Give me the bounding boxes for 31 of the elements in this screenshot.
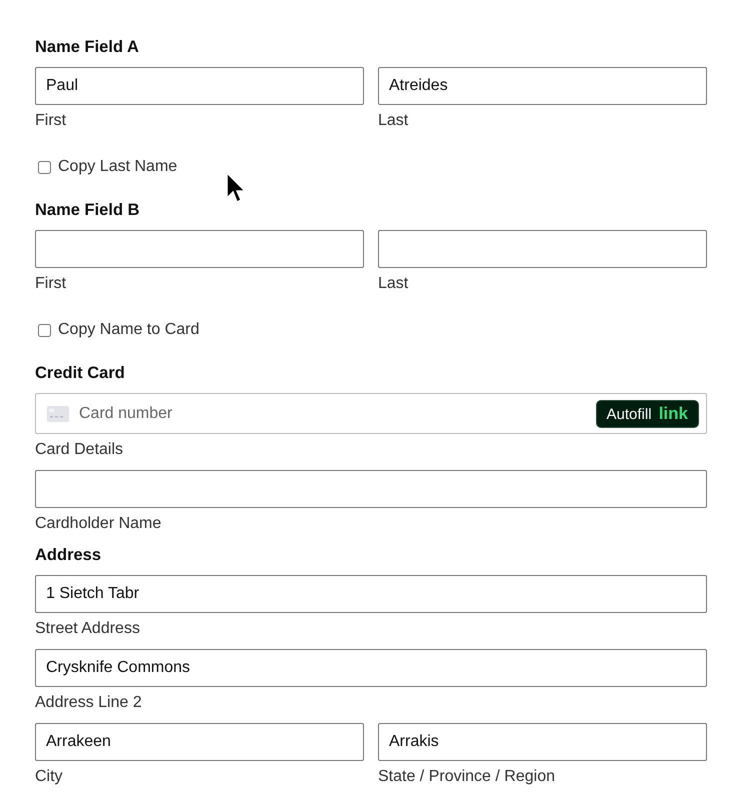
field-label: Street Address xyxy=(35,619,141,639)
card-number-field[interactable]: Card number Autofill link xyxy=(35,393,707,434)
field-label: Last xyxy=(378,111,410,131)
section-heading: Address xyxy=(35,545,102,566)
field-label: Last xyxy=(378,274,410,294)
credit-card-icon xyxy=(47,406,69,422)
checkbox-label: Copy Name to Card xyxy=(58,320,200,340)
checkbox[interactable] xyxy=(38,160,51,174)
text-field[interactable]: Atreides xyxy=(378,67,707,105)
autofill-button[interactable]: Autofill link xyxy=(596,400,699,428)
text-field[interactable]: Crysknife Commons xyxy=(35,649,707,687)
section-heading: Name Field B xyxy=(35,200,140,221)
text-field[interactable] xyxy=(35,470,707,508)
field-label: Address Line 2 xyxy=(35,693,143,713)
field-label: Cardholder Name xyxy=(35,514,162,534)
text-field[interactable]: Arrakis xyxy=(378,723,707,761)
checkbox-label: Copy Last Name xyxy=(58,157,178,177)
field-label: First xyxy=(35,274,68,294)
checkbox[interactable] xyxy=(38,324,51,336)
field-label: State / Province / Region xyxy=(378,767,556,787)
section-heading: Name Field A xyxy=(35,37,139,58)
text-field[interactable]: Arrakeen xyxy=(35,723,364,761)
field-label: First xyxy=(35,111,68,131)
field-label: City xyxy=(35,767,64,787)
text-field[interactable] xyxy=(378,230,707,268)
text-field[interactable]: 1 Sietch Tabr xyxy=(35,575,707,613)
section-heading: Credit Card xyxy=(35,363,125,384)
mouse-pointer-icon xyxy=(225,172,245,204)
text-field[interactable]: Paul xyxy=(35,67,364,105)
text-field[interactable] xyxy=(35,230,364,268)
field-label: Card Details xyxy=(35,440,124,460)
